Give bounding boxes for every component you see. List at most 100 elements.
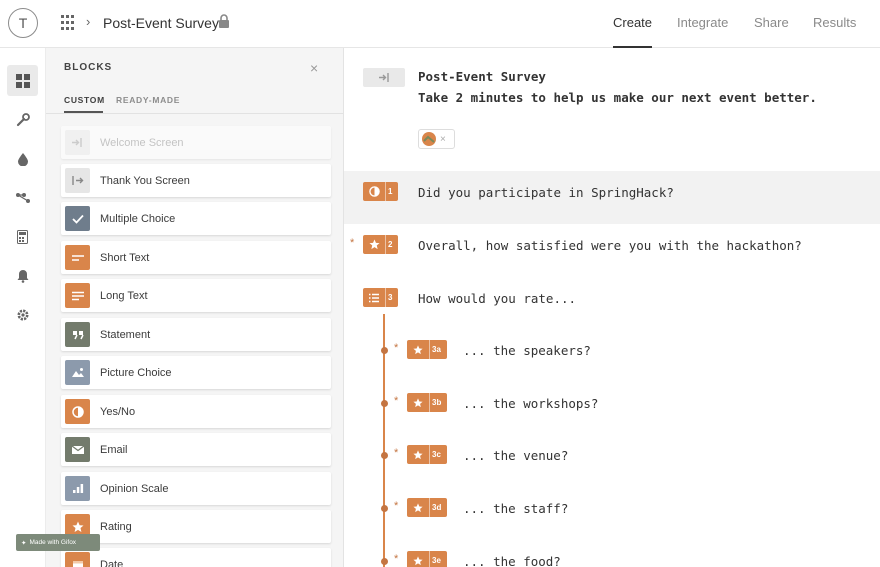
block-label: Email <box>100 443 128 456</box>
timeline-node <box>381 452 388 459</box>
block-label: Date <box>100 558 124 567</box>
welcome-image-thumbnail[interactable]: × <box>418 129 455 149</box>
rail-blocks[interactable] <box>7 65 38 96</box>
block-short-text[interactable]: Short Text <box>61 241 331 274</box>
rail-notifications[interactable] <box>7 260 38 291</box>
yes-no-icon <box>363 182 385 201</box>
block-picture-choice[interactable]: Picture Choice <box>61 356 331 389</box>
checkmark-icon <box>65 206 90 231</box>
star-icon <box>407 393 429 412</box>
required-asterisk: * <box>394 447 399 459</box>
form-title[interactable]: Post-Event Survey <box>103 15 219 31</box>
rail-theme[interactable] <box>7 143 38 174</box>
form-canvas: Post-Event Survey Take 2 minutes to help… <box>344 48 880 567</box>
subquestion-3b-text[interactable]: ... the workshops? <box>463 396 598 411</box>
remove-image-icon[interactable]: × <box>440 134 446 145</box>
star-icon <box>363 235 385 254</box>
welcome-subtitle[interactable]: Take 2 minutes to help us make our next … <box>418 90 817 105</box>
wrench-icon <box>16 112 30 126</box>
avatar-letter: T <box>18 15 28 31</box>
subquestion-number: 3e <box>429 551 447 567</box>
block-label: Welcome Screen <box>100 136 184 149</box>
gifox-watermark: ✦ Made with Gifox <box>16 534 100 551</box>
rail-settings[interactable] <box>7 299 38 330</box>
block-label: Thank You Screen <box>100 174 190 187</box>
left-rail <box>0 48 46 567</box>
subquestion-3e-badge[interactable]: 3e <box>407 551 447 567</box>
blocks-grid-icon <box>15 73 30 88</box>
subquestion-3a-badge[interactable]: 3a <box>407 340 447 359</box>
close-icon[interactable]: × <box>310 60 318 76</box>
rail-settings-tools[interactable] <box>7 104 38 135</box>
subquestion-number: 3b <box>429 393 447 412</box>
question-3-text[interactable]: How would you rate... <box>418 291 576 306</box>
block-welcome-screen[interactable]: Welcome Screen <box>61 126 331 159</box>
block-label: Statement <box>100 328 151 341</box>
block-rating[interactable]: Rating <box>61 510 331 543</box>
star-icon <box>407 498 429 517</box>
calendar-icon <box>65 552 90 567</box>
subquestion-number: 3a <box>429 340 447 359</box>
block-label: Rating <box>100 520 132 533</box>
block-date[interactable]: Date <box>61 548 331 567</box>
question-1-text[interactable]: Did you participate in SpringHack? <box>418 185 674 200</box>
long-text-icon <box>65 283 90 308</box>
yes-no-icon <box>65 399 90 424</box>
subtab-custom[interactable]: CUSTOM <box>64 95 105 105</box>
question-1-badge[interactable]: 1 <box>363 182 399 201</box>
tab-share[interactable]: Share <box>754 15 789 30</box>
workspace-avatar[interactable]: T <box>8 8 38 38</box>
welcome-title[interactable]: Post-Event Survey <box>418 69 546 84</box>
timeline-node <box>381 400 388 407</box>
subquestion-3c-badge[interactable]: 3c <box>407 445 447 464</box>
subquestion-3e-text[interactable]: ... the food? <box>463 554 561 567</box>
tab-results[interactable]: Results <box>813 15 856 30</box>
subquestion-3b-badge[interactable]: 3b <box>407 393 448 412</box>
tab-integrate[interactable]: Integrate <box>677 15 728 30</box>
block-statement[interactable]: Statement <box>61 318 331 351</box>
question-number: 3 <box>385 288 398 307</box>
subquestion-3d-text[interactable]: ... the staff? <box>463 501 568 516</box>
block-label: Opinion Scale <box>100 482 169 495</box>
rail-logic[interactable] <box>7 182 38 213</box>
image-thumbnail-icon <box>422 132 436 146</box>
tab-create[interactable]: Create <box>613 15 652 30</box>
gifox-logo-icon: ✦ <box>21 539 27 547</box>
rail-calculator[interactable] <box>7 221 38 252</box>
block-long-text[interactable]: Long Text <box>61 279 331 312</box>
question-3-badge[interactable]: 3 <box>363 288 399 307</box>
required-asterisk: * <box>394 500 399 512</box>
list-icon <box>363 288 385 307</box>
welcome-screen-badge[interactable] <box>363 68 405 87</box>
lock-icon[interactable] <box>218 14 230 29</box>
question-2-badge[interactable]: 2 <box>363 235 399 254</box>
subquestion-3a-text[interactable]: ... the speakers? <box>463 343 591 358</box>
short-text-icon <box>65 245 90 270</box>
block-thank-you-screen[interactable]: Thank You Screen <box>61 164 331 197</box>
timeline-node <box>381 558 388 565</box>
drop-icon <box>17 152 28 166</box>
timeline-node <box>381 505 388 512</box>
block-opinion-scale[interactable]: Opinion Scale <box>61 472 331 505</box>
thank-you-icon <box>65 168 90 193</box>
block-email[interactable]: Email <box>61 433 331 466</box>
bell-icon <box>17 269 28 283</box>
block-yes-no[interactable]: Yes/No <box>61 395 331 428</box>
required-asterisk: * <box>394 553 399 565</box>
welcome-icon <box>378 73 389 82</box>
required-asterisk: * <box>394 395 399 407</box>
gear-icon <box>17 309 28 320</box>
block-label: Yes/No <box>100 405 136 418</box>
subquestion-number: 3c <box>429 445 447 464</box>
question-2-text[interactable]: Overall, how satisfied were you with the… <box>418 238 802 253</box>
subquestion-number: 3d <box>429 498 447 517</box>
apps-grid-icon[interactable] <box>61 15 75 31</box>
timeline-node <box>381 347 388 354</box>
subtab-ready-made[interactable]: READY-MADE <box>116 95 180 105</box>
block-multiple-choice[interactable]: Multiple Choice <box>61 202 331 235</box>
question-number: 2 <box>385 235 398 254</box>
bar-scale-icon <box>65 476 90 501</box>
subquestion-3c-text[interactable]: ... the venue? <box>463 448 568 463</box>
subquestion-3d-badge[interactable]: 3d <box>407 498 448 517</box>
divider <box>46 113 343 114</box>
